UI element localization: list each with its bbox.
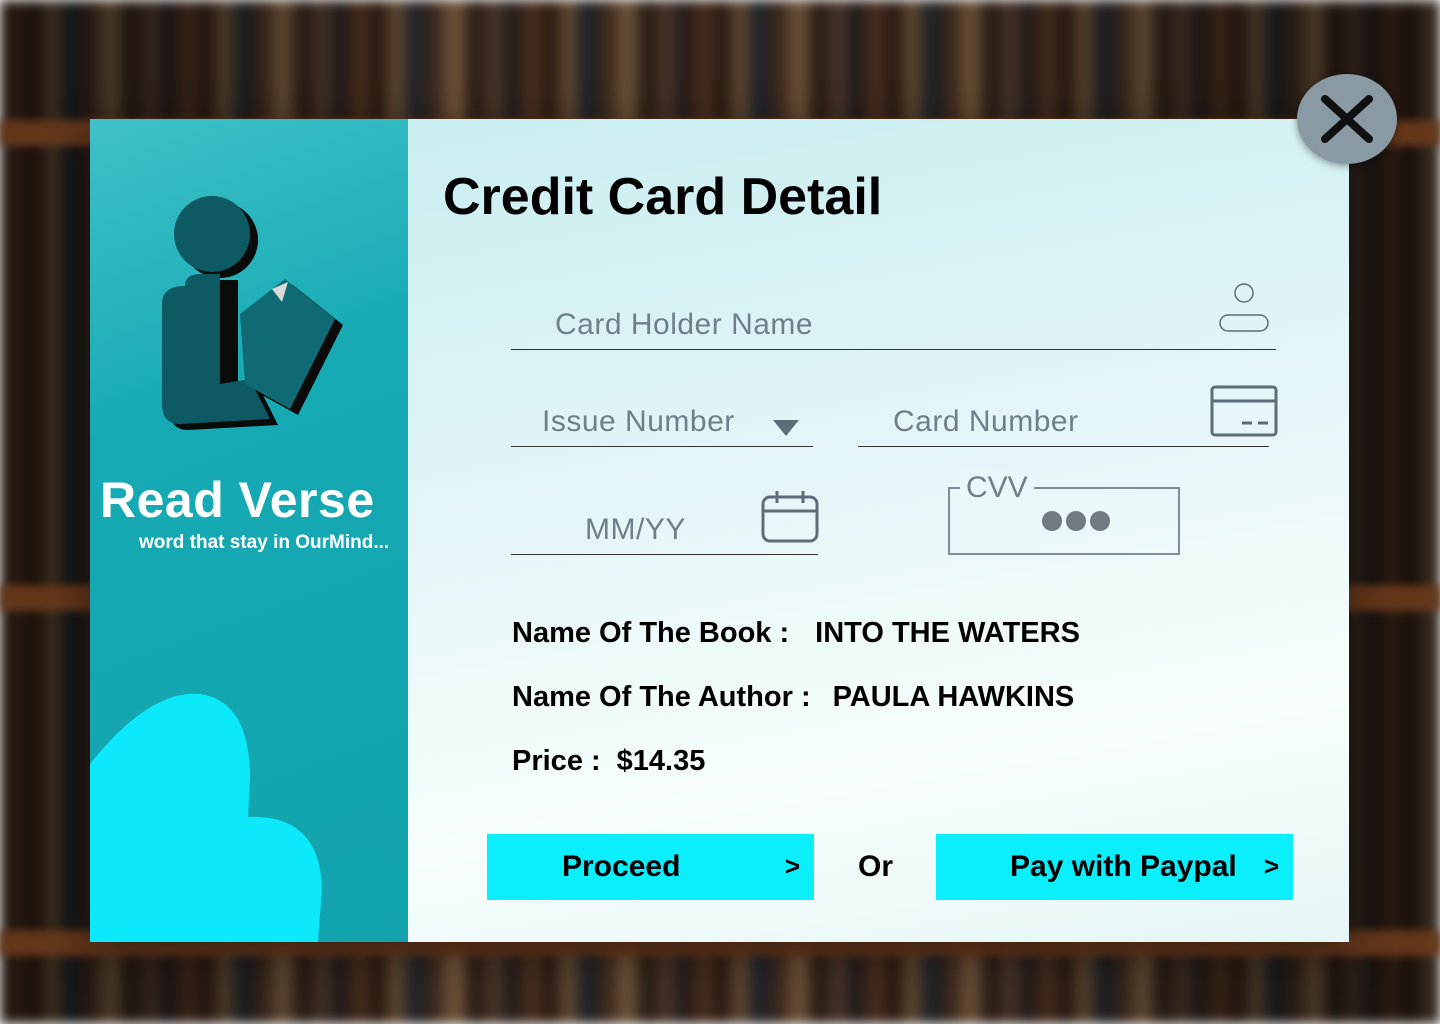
author-name-value: PAULA HAWKINS [832, 681, 1075, 713]
price-row: Price : $14.35 [512, 745, 705, 778]
or-divider: Or [858, 850, 894, 883]
proceed-button[interactable]: Proceed > [487, 834, 814, 900]
author-name-row: Name Of The Author : PAULA HAWKINS [512, 681, 1074, 714]
decorative-blob [90, 693, 322, 942]
mask-dot [1090, 511, 1110, 531]
cvv-masked-value [1042, 511, 1110, 531]
author-name-label: Name Of The Author : [512, 681, 811, 713]
price-label: Price : [512, 745, 601, 777]
dropdown-arrow-icon[interactable] [773, 420, 799, 436]
reader-logo [162, 196, 343, 430]
expiry-field [511, 484, 819, 555]
book-name-row: Name Of The Book : INTO THE WATERS [512, 617, 1080, 650]
issue-number-field[interactable] [511, 379, 813, 447]
paypal-button-label: Pay with Paypal [1010, 850, 1237, 883]
brand-tagline: word that stay in OurMind... [139, 532, 390, 553]
chevron-right-icon: > [1263, 851, 1279, 881]
mask-dot [1042, 511, 1062, 531]
credit-card-icon [1210, 385, 1278, 437]
cvv-label: CVV [960, 471, 1034, 505]
card-number-field [858, 379, 1278, 447]
proceed-button-label: Proceed [562, 850, 681, 883]
user-icon [1219, 283, 1269, 332]
card-holder-input[interactable] [553, 307, 1157, 343]
close-icon [1321, 95, 1373, 143]
book-name-label: Name Of The Book : [512, 617, 790, 649]
card-number-input[interactable] [891, 404, 1195, 440]
expiry-input[interactable] [583, 512, 747, 548]
issue-number-select[interactable] [540, 404, 774, 440]
book-name-value: INTO THE WATERS [815, 617, 1080, 649]
close-button[interactable] [1297, 74, 1397, 164]
card-holder-field [511, 269, 1276, 350]
form-panel: Credit Card Detail Card Holder Name Issu… [408, 119, 1349, 942]
form-title: Credit Card Detail [443, 168, 883, 226]
chevron-right-icon: > [784, 851, 800, 881]
price-value: $14.35 [616, 745, 706, 777]
payment-modal: Read Verse word that stay in OurMind... … [90, 119, 1349, 942]
mask-dot [1066, 511, 1086, 531]
cvv-field[interactable]: CVV [948, 471, 1180, 555]
brand-panel: Read Verse word that stay in OurMind... [90, 119, 408, 942]
brand-title: Read Verse [100, 472, 375, 528]
calendar-icon[interactable] [761, 490, 819, 544]
paypal-button[interactable]: Pay with Paypal > [936, 834, 1293, 900]
